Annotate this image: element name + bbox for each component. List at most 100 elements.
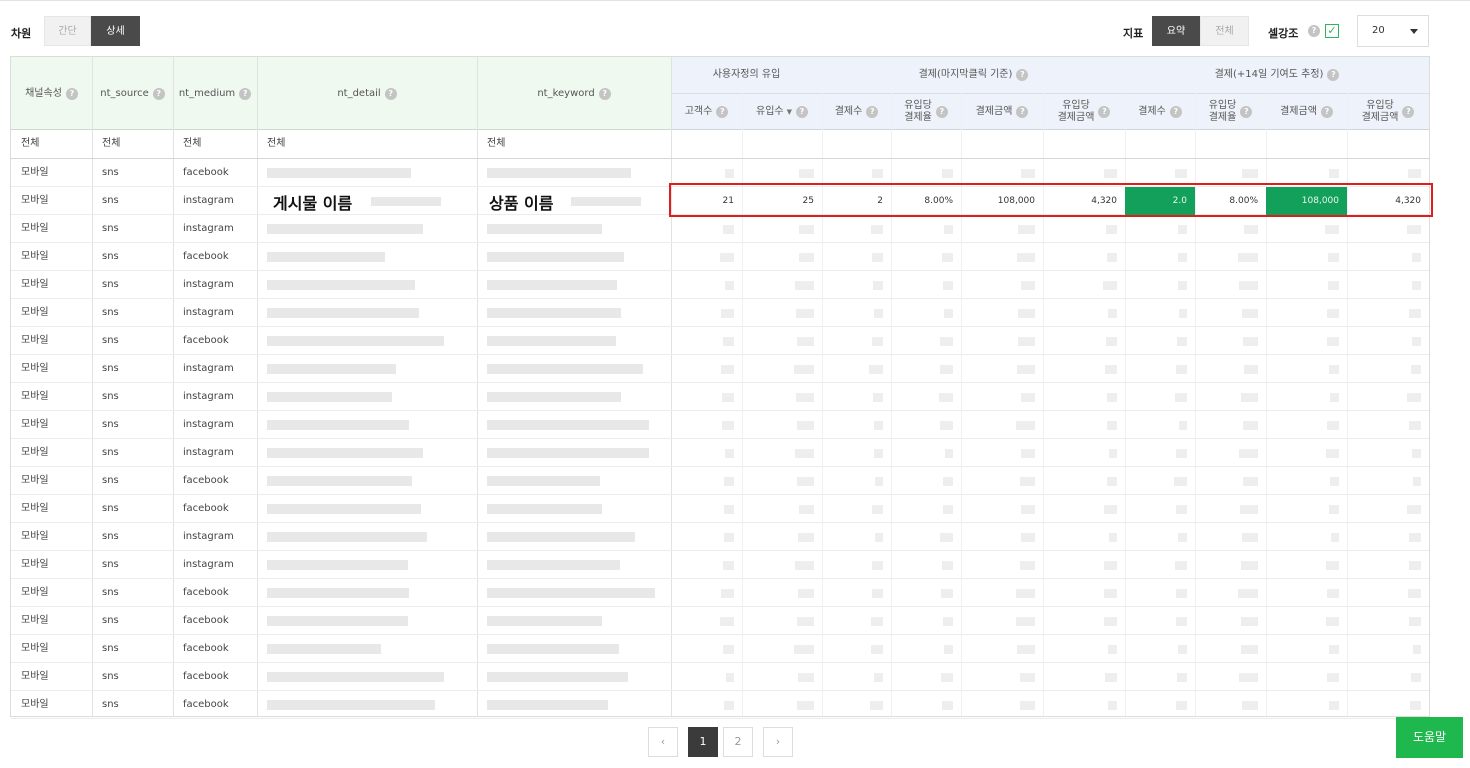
table-row[interactable]: 모바일 sns facebook	[11, 691, 1429, 719]
dimension-detail-button[interactable]: 상세	[91, 16, 140, 46]
metric-header-3[interactable]: 유입당 결제율?	[891, 94, 961, 130]
cell-medium: facebook	[183, 335, 229, 346]
table-row[interactable]: 모바일 sns facebook	[11, 243, 1429, 271]
obscured-value	[1021, 449, 1035, 458]
table-row[interactable]: 모바일 sns facebook	[11, 327, 1429, 355]
help-icon[interactable]: ?	[866, 106, 879, 118]
table-row[interactable]: 모바일 sns instagram	[11, 271, 1429, 299]
metric-header-label: 유입당 결제금액	[1057, 100, 1095, 123]
help-icon[interactable]: ?	[796, 106, 808, 118]
obscured-value	[1241, 561, 1258, 570]
table-row[interactable]: 모바일 sns instagram	[11, 439, 1429, 467]
obscured-value	[871, 645, 883, 654]
table-row[interactable]: 모바일 sns instagram	[11, 551, 1429, 579]
obscured-value	[1238, 589, 1258, 598]
obscured-value	[872, 337, 883, 346]
metric-header-9[interactable]: 유입당 결제금액?	[1347, 94, 1429, 130]
metric-header-4[interactable]: 결제금액?	[961, 94, 1043, 130]
obscured-value	[1238, 253, 1258, 262]
cell-source: sns	[102, 699, 119, 710]
help-icon[interactable]: ?	[1016, 69, 1029, 81]
prev-page-button[interactable]: ‹	[648, 727, 678, 757]
page-size-select[interactable]: 20	[1357, 15, 1429, 47]
table-row[interactable]: 모바일 sns instagram	[11, 215, 1429, 243]
obscured-value	[798, 673, 814, 682]
table-row[interactable]: 모바일 sns instagram	[11, 299, 1429, 327]
obscured-value	[1179, 421, 1187, 430]
metric-header-7[interactable]: 유입당 결제율?	[1195, 94, 1266, 130]
emphasis-help-icon[interactable]: ?	[1308, 25, 1320, 37]
header-keyword[interactable]: nt_keyword?	[477, 57, 671, 130]
obscured-value	[872, 589, 883, 598]
total-keyword[interactable]: 전체	[487, 130, 505, 158]
dimension-toggle: 간단 상세	[44, 16, 140, 46]
metric-header-1[interactable]: 유입수 ▼?	[742, 94, 822, 130]
header-source[interactable]: nt_source?	[92, 57, 173, 130]
obscured-value	[940, 337, 953, 346]
next-page-button[interactable]: ›	[763, 727, 793, 757]
dimension-simple-button[interactable]: 간단	[44, 16, 91, 46]
obscured-value	[1326, 617, 1339, 626]
obscured-value	[1330, 393, 1339, 402]
header-medium[interactable]: nt_medium?	[173, 57, 257, 130]
sort-desc-icon[interactable]: ▼	[787, 106, 792, 118]
help-icon[interactable]: ?	[239, 87, 252, 100]
table-row[interactable]: 모바일 sns facebook	[11, 635, 1429, 663]
obscured-value	[1020, 477, 1035, 486]
help-icon[interactable]: ?	[1240, 106, 1253, 118]
total-channel[interactable]: 전체	[21, 130, 39, 158]
table-row[interactable]: 모바일 sns facebook	[11, 495, 1429, 523]
metric-header-2[interactable]: 결제수?	[822, 94, 891, 130]
help-icon[interactable]: ?	[1327, 69, 1340, 81]
obscured-value	[1104, 561, 1117, 570]
table-row[interactable]: 모바일 sns facebook	[11, 607, 1429, 635]
metric-summary-button[interactable]: 요약	[1152, 16, 1200, 46]
help-icon[interactable]: ?	[716, 106, 729, 118]
help-icon[interactable]: ?	[152, 87, 165, 100]
cell-source: sns	[102, 671, 119, 682]
help-icon[interactable]: ?	[1169, 106, 1182, 118]
help-icon[interactable]: ?	[384, 87, 397, 100]
metric-all-button[interactable]: 전체	[1200, 16, 1249, 46]
obscured-value	[1407, 225, 1421, 234]
obscured-value	[869, 365, 883, 374]
table-row[interactable]: 모바일 sns instagram	[11, 383, 1429, 411]
obscured-value	[943, 281, 953, 290]
metric-header-label: 유입당 결제율	[904, 100, 932, 123]
help-icon[interactable]: ?	[1016, 106, 1029, 118]
metric-header-0[interactable]: 고객수?	[671, 94, 742, 130]
cell-source: sns	[102, 615, 119, 626]
emphasis-checkbox[interactable]: ✓	[1325, 24, 1339, 38]
help-icon[interactable]: ?	[935, 106, 948, 118]
table-row[interactable]: 모바일 sns facebook	[11, 579, 1429, 607]
table-row[interactable]: 모바일 sns instagram	[11, 523, 1429, 551]
total-source[interactable]: 전체	[102, 130, 120, 158]
table-row[interactable]: 모바일 sns facebook	[11, 467, 1429, 495]
header-channel[interactable]: 채널속성?	[11, 57, 92, 130]
total-medium[interactable]: 전체	[183, 130, 201, 158]
table-row[interactable]: 모바일 sns instagram	[11, 411, 1429, 439]
help-icon[interactable]: ?	[598, 87, 611, 100]
help-icon[interactable]: ?	[65, 87, 78, 100]
cell-channel: 모바일	[21, 447, 49, 458]
page-1-button[interactable]: 1	[688, 727, 718, 757]
table-row[interactable]: 모바일 sns facebook	[11, 663, 1429, 691]
cell-source: sns	[102, 279, 119, 290]
help-icon[interactable]: ?	[1098, 106, 1111, 118]
metric-header-8[interactable]: 결제금액?	[1266, 94, 1347, 130]
table-row[interactable]: 모바일 sns instagram	[11, 355, 1429, 383]
obscured-value	[940, 365, 953, 374]
obscured-text	[487, 476, 600, 486]
cell-source: sns	[102, 251, 119, 262]
metric-header-6[interactable]: 결제수?	[1125, 94, 1195, 130]
obscured-text	[487, 252, 624, 262]
help-button[interactable]: 도움말	[1396, 717, 1463, 758]
obscured-value	[873, 393, 883, 402]
header-detail[interactable]: nt_detail?	[257, 57, 477, 130]
page-2-button[interactable]: 2	[723, 727, 753, 757]
help-icon[interactable]: ?	[1402, 106, 1415, 118]
total-detail[interactable]: 전체	[267, 130, 285, 158]
help-icon[interactable]: ?	[1320, 106, 1333, 118]
cell-medium: instagram	[183, 223, 234, 234]
metric-header-5[interactable]: 유입당 결제금액?	[1043, 94, 1125, 130]
